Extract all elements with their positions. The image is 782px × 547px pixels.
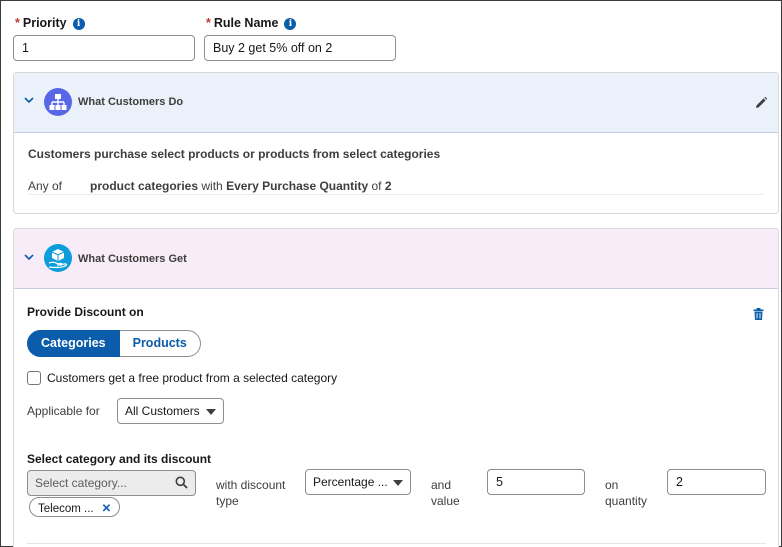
rule-name-input[interactable]: Buy 2 get 5% off on 2 (204, 35, 396, 61)
divider (27, 543, 766, 544)
discount-target-toggle: Categories Products (27, 330, 201, 357)
selected-category-pill: Telecom ... ✕ (29, 497, 121, 517)
info-icon[interactable]: i (72, 18, 85, 30)
select-category-section-label: Select category and its discount (27, 452, 212, 466)
discount-value-input[interactable]: 5 (487, 469, 585, 495)
box-in-hand-icon (44, 244, 72, 272)
chevron-down-icon[interactable] (24, 95, 34, 107)
search-icon (175, 476, 188, 492)
applicable-for-select[interactable]: All Customers (117, 398, 224, 424)
provide-discount-label: Provide Discount on (27, 305, 144, 319)
what-customers-get-header[interactable]: What Customers Get (14, 229, 778, 289)
priority-input[interactable]: 1 (13, 35, 195, 61)
condition-prefix: Any of (28, 179, 63, 193)
what-customers-do-header[interactable]: What Customers Do (14, 73, 778, 133)
what-customers-do-card: What Customers Do Customers purchase sel… (13, 72, 779, 214)
discount-type-select[interactable]: Percentage ... (305, 469, 411, 495)
chevron-down-icon[interactable] (24, 252, 34, 264)
caret-down-icon (393, 480, 403, 486)
quantity-input[interactable]: 2 (667, 469, 766, 495)
free-product-label: Customers get a free product from a sele… (47, 371, 338, 385)
info-icon[interactable]: i (284, 18, 297, 30)
remove-icon[interactable]: ✕ (102, 503, 112, 515)
caret-down-icon (206, 409, 216, 415)
what-customers-get-title: What Customers Get (78, 253, 187, 265)
quantity-label: on quantity (605, 478, 648, 508)
applicable-for-label: Applicable for (27, 404, 100, 418)
condition-summary: product categories with Every Purchase Q… (90, 179, 392, 193)
what-customers-do-description: Customers purchase select products or pr… (28, 147, 441, 161)
delete-trash-icon[interactable] (753, 308, 764, 323)
what-customers-do-title: What Customers Do (78, 96, 184, 108)
hierarchy-icon (44, 88, 72, 116)
edit-pencil-icon[interactable] (754, 96, 768, 113)
tab-categories[interactable]: Categories (27, 330, 120, 357)
priority-label: * Priority i (15, 16, 85, 30)
rule-name-label: * Rule Name i (206, 16, 297, 30)
divider (28, 194, 764, 195)
what-customers-get-card: What Customers Get (13, 228, 779, 547)
tab-products[interactable]: Products (119, 330, 201, 357)
category-search-input[interactable]: Select category... (27, 470, 196, 496)
free-product-checkbox[interactable] (27, 371, 41, 385)
discount-type-label: with discount type (216, 478, 286, 508)
value-label: and value (431, 478, 460, 508)
